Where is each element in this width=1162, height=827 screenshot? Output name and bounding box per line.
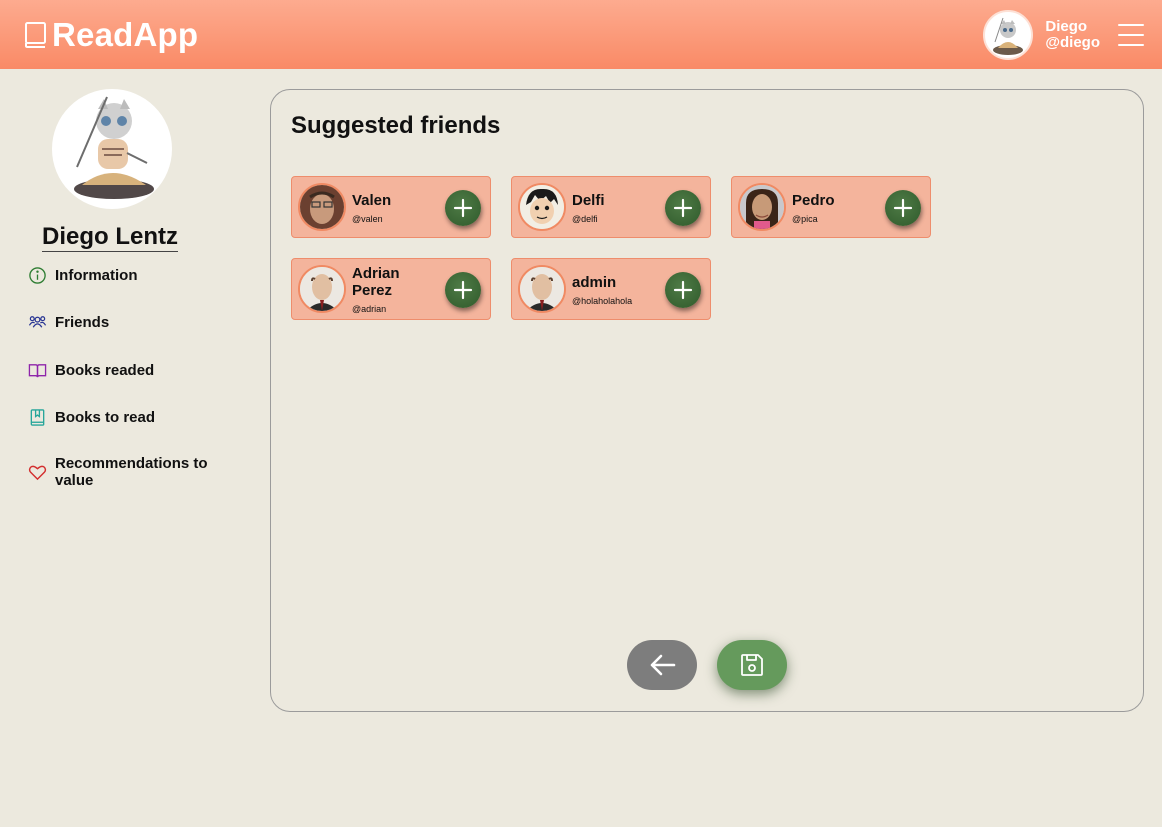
- add-friend-button[interactable]: [445, 190, 481, 226]
- friend-username: @pica: [792, 214, 818, 224]
- info-icon: [29, 267, 46, 284]
- profile-avatar-image: [74, 96, 154, 199]
- sidebar-item-label: Friends: [55, 314, 110, 331]
- friend-name: Pedro: [792, 192, 835, 209]
- friend-avatar: [738, 183, 786, 231]
- friend-avatar: [518, 265, 566, 313]
- plus-icon: [453, 280, 473, 300]
- user-handle: @diego: [1045, 33, 1100, 51]
- friend-name: admin: [572, 274, 617, 291]
- plus-icon: [453, 198, 473, 218]
- friend-card: Adrian Perez @adrian: [291, 258, 491, 320]
- app-title: ReadApp: [52, 15, 199, 53]
- user-avatar-image: [993, 17, 1024, 55]
- plus-icon: [673, 280, 693, 300]
- sidebar-item-recommendations[interactable]: Recommendations to value: [28, 455, 208, 489]
- friend-username: @holaholahola: [572, 296, 633, 306]
- brand[interactable]: ReadApp: [24, 16, 198, 54]
- friend-name: Adrian Perez: [352, 265, 400, 299]
- floppy-disk-icon: [741, 654, 763, 676]
- plus-icon: [673, 198, 693, 218]
- sidebar-item-information[interactable]: Information: [28, 266, 138, 285]
- heart-icon: [28, 465, 47, 480]
- sidebar: Diego Lentz Information Friends Books re…: [0, 69, 250, 827]
- add-friend-button[interactable]: [885, 190, 921, 226]
- friend-avatar: [298, 265, 346, 313]
- friend-username: @adrian: [352, 304, 387, 314]
- sidebar-item-books-readed[interactable]: Books readed: [28, 361, 154, 380]
- add-friend-button[interactable]: [445, 272, 481, 308]
- user-name: Diego: [1045, 17, 1088, 35]
- friend-name: Delfi: [572, 192, 605, 209]
- friend-avatar-image: [300, 267, 344, 311]
- sidebar-item-label: Recommendations to value: [55, 455, 208, 489]
- save-button[interactable]: [717, 640, 787, 690]
- friend-avatar-image: [520, 267, 564, 311]
- sidebar-item-friends[interactable]: Friends: [28, 313, 109, 332]
- friend-avatar-image: [300, 185, 344, 229]
- friend-avatar: [298, 183, 346, 231]
- add-friend-button[interactable]: [665, 272, 701, 308]
- app-header: ReadApp Diego @diego: [0, 0, 1162, 69]
- friend-avatar-image: [740, 185, 784, 229]
- friend-name: Valen: [352, 192, 392, 209]
- add-friend-button[interactable]: [665, 190, 701, 226]
- arrow-left-icon: [650, 654, 676, 676]
- page-title: Suggested friends: [291, 112, 501, 139]
- bookmark-book-icon: [30, 409, 45, 426]
- open-book-icon: [28, 364, 47, 378]
- user-avatar[interactable]: [983, 9, 1034, 60]
- user-identity: Diego @diego: [1045, 17, 1100, 51]
- plus-icon: [893, 198, 913, 218]
- profile-name: Diego Lentz: [42, 223, 178, 252]
- hamburger-menu-icon[interactable]: [1118, 23, 1144, 46]
- friend-card: Pedro @pica: [731, 176, 931, 238]
- friend-avatar: [518, 183, 566, 231]
- suggested-friends-panel: Suggested friends Valen @valen Delfi @de…: [270, 89, 1144, 712]
- users-icon: [28, 316, 47, 328]
- sidebar-item-label: Books readed: [55, 362, 155, 379]
- friend-card: admin @holaholahola: [511, 258, 711, 320]
- friend-card: Delfi @delfi: [511, 176, 711, 238]
- sidebar-item-books-to-read[interactable]: Books to read: [28, 408, 155, 427]
- book-logo-icon: [25, 21, 46, 48]
- sidebar-item-label: Information: [55, 267, 138, 284]
- profile-avatar: [52, 89, 172, 209]
- friend-username: @delfi: [572, 214, 598, 224]
- sidebar-item-label: Books to read: [55, 409, 156, 426]
- back-button[interactable]: [627, 640, 697, 690]
- friend-avatar-image: [520, 185, 564, 229]
- friend-username: @valen: [352, 214, 383, 224]
- friend-card: Valen @valen: [291, 176, 491, 238]
